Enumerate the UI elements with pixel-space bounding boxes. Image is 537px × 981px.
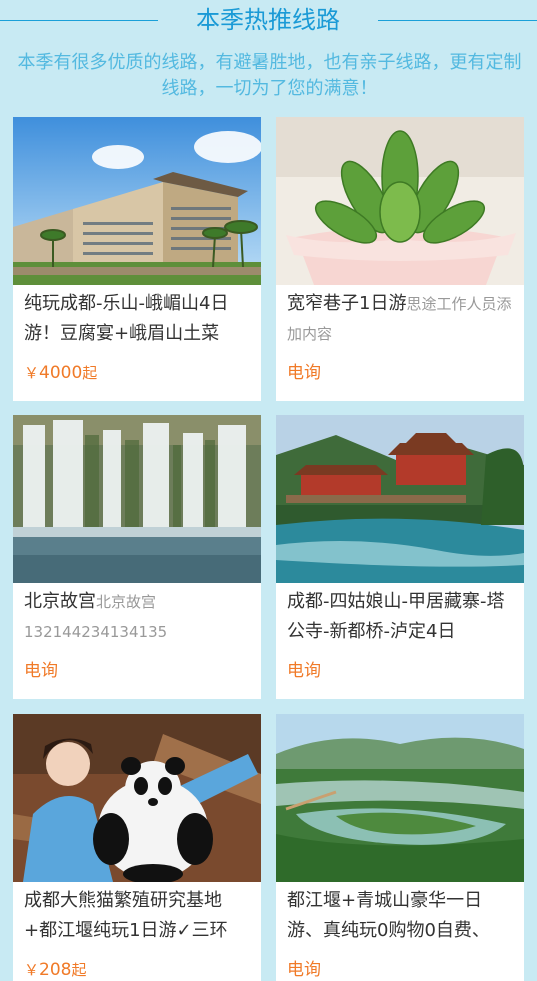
header-divider-left bbox=[0, 20, 158, 21]
hotel-building-photo[interactable] bbox=[13, 117, 261, 285]
route-title[interactable]: 成都-四姑娘山-甲居藏寨-塔公寺-新都桥-泸定4日 bbox=[287, 587, 515, 645]
river-temple-photo[interactable] bbox=[276, 415, 524, 583]
route-card[interactable]: 北京故宫北京故宫132144234134135 电询 bbox=[13, 415, 261, 699]
succulent-plant-photo[interactable] bbox=[276, 117, 524, 285]
section-subtitle: 本季有很多优质的线路，有避暑胜地，也有亲子线路，更有定制线路，一切为了您的满意！ bbox=[17, 52, 522, 99]
route-price: 电询 bbox=[287, 661, 321, 681]
waterfall-photo[interactable] bbox=[13, 415, 261, 583]
dujiangyan-aerial-photo[interactable] bbox=[276, 714, 524, 882]
panda-keeper-photo[interactable] bbox=[13, 714, 261, 882]
route-title[interactable]: 都江堰+青城山豪华一日游、真纯玩0购物0自费、 bbox=[287, 886, 515, 944]
route-price: ￥208起 bbox=[24, 960, 87, 980]
route-card[interactable]: 纯玩成都-乐山-峨嵋山4日游！豆腐宴+峨眉山土菜 ￥4000起 bbox=[13, 117, 261, 401]
route-card[interactable]: 宽窄巷子1日游思途工作人员添加内容 电询 bbox=[276, 117, 524, 401]
route-card[interactable]: 成都大熊猫繁殖研究基地+都江堰纯玩1日游✓三环 ￥208起 bbox=[13, 714, 261, 981]
route-title[interactable]: 宽窄巷子1日游思途工作人员添加内容 bbox=[287, 289, 515, 347]
route-price: 电询 bbox=[24, 661, 58, 681]
route-price: 电询 bbox=[287, 363, 321, 383]
route-title[interactable]: 纯玩成都-乐山-峨嵋山4日游！豆腐宴+峨眉山土菜 bbox=[24, 289, 252, 347]
route-card[interactable]: 成都-四姑娘山-甲居藏寨-塔公寺-新都桥-泸定4日 电询 bbox=[276, 415, 524, 699]
route-price: ￥4000起 bbox=[24, 363, 98, 383]
route-title[interactable]: 北京故宫北京故宫132144234134135 bbox=[24, 587, 252, 645]
section-header: 本季热推线路 bbox=[0, 0, 537, 44]
header-divider-right bbox=[378, 20, 537, 21]
section-title: 本季热推线路 bbox=[196, 6, 340, 34]
route-title[interactable]: 成都大熊猫繁殖研究基地+都江堰纯玩1日游✓三环 bbox=[24, 886, 252, 944]
route-card[interactable]: 都江堰+青城山豪华一日游、真纯玩0购物0自费、 电询 bbox=[276, 714, 524, 981]
route-price: 电询 bbox=[287, 960, 321, 980]
